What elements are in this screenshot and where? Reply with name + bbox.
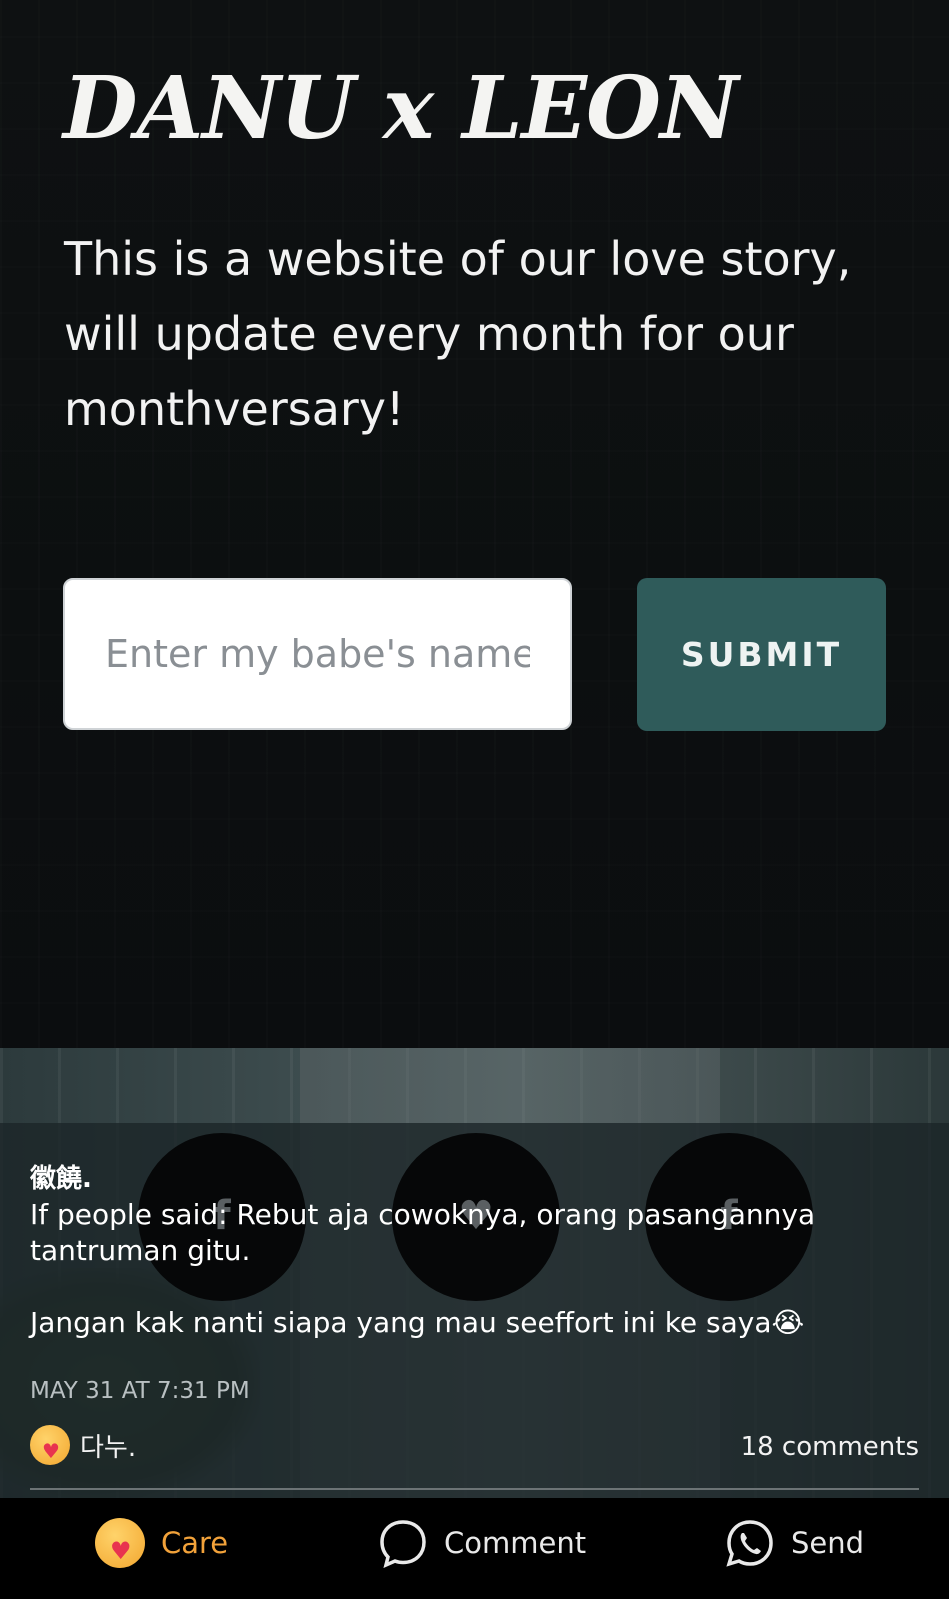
comment-icon	[380, 1520, 426, 1568]
site-title: DANU x LEON	[63, 58, 739, 159]
screen: DANU x LEON This is a website of our lov…	[0, 0, 949, 1599]
comments-count[interactable]: 18 comments	[741, 1432, 919, 1462]
comment-button[interactable]: Comment	[378, 1518, 586, 1568]
care-icon: ♥	[95, 1518, 145, 1568]
divider	[30, 1488, 919, 1490]
care-reaction-icon: ♥	[30, 1425, 70, 1465]
comment-text: If people said: Rebut aja cowoknya, oran…	[30, 1198, 816, 1339]
action-bar: ♥ Care Comment Send	[0, 1498, 949, 1599]
comment-label: Comment	[444, 1526, 587, 1560]
name-input[interactable]	[63, 578, 572, 730]
reactor-name: 다누.	[80, 1432, 137, 1463]
submit-button[interactable]: SUBMIT	[637, 578, 886, 731]
comment-author[interactable]: 徽饒.	[30, 1158, 92, 1195]
care-label: Care	[161, 1526, 229, 1560]
comment-timestamp: MAY 31 AT 7:31 PM	[30, 1378, 250, 1404]
whatsapp-icon	[726, 1520, 773, 1567]
reaction-summary[interactable]: ♥ 다누.	[30, 1425, 136, 1465]
site-description: This is a website of our love story, wil…	[64, 232, 852, 436]
send-label: Send	[791, 1526, 865, 1560]
send-button[interactable]: Send	[725, 1518, 864, 1568]
care-button[interactable]: ♥ Care	[95, 1518, 228, 1568]
